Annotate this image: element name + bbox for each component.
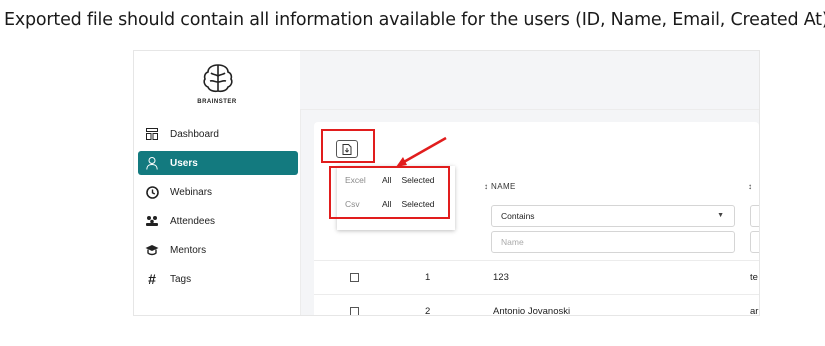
clock-icon	[145, 185, 159, 199]
hash-icon: #	[148, 271, 156, 287]
sidebar-item-label: Users	[170, 157, 198, 169]
cell-id: 2	[425, 306, 431, 316]
sidebar-item-attendees[interactable]: Attendees	[138, 209, 298, 233]
sidebar: BRAINSTER Dashboard Users Webinars Atten…	[134, 51, 301, 315]
row-divider	[314, 294, 759, 295]
sort-icon: ↕	[484, 182, 492, 191]
sidebar-item-mentors[interactable]: Mentors	[138, 238, 298, 262]
chevron-down-icon: ▼	[717, 212, 724, 219]
brand-name: BRAINSTER	[197, 99, 237, 105]
sidebar-item-tags[interactable]: # Tags	[138, 267, 298, 291]
column-header-name[interactable]: ↕ NAME	[484, 182, 516, 191]
next-filter-input[interactable]	[750, 231, 759, 253]
brain-logo-icon	[203, 64, 233, 93]
sidebar-item-label: Attendees	[170, 215, 216, 227]
sidebar-item-label: Tags	[170, 273, 192, 285]
app-screenshot: BRAINSTER Dashboard Users Webinars Atten…	[133, 50, 760, 316]
sidebar-item-dashboard[interactable]: Dashboard	[138, 122, 298, 146]
people-icon	[145, 214, 159, 228]
graduation-cap-icon	[145, 243, 159, 257]
annotation-arrow-icon	[396, 136, 447, 167]
sidebar-item-label: Dashboard	[170, 128, 219, 140]
sidebar-item-webinars[interactable]: Webinars	[138, 180, 298, 204]
sidebar-item-users[interactable]: Users	[138, 151, 298, 175]
main-content: ↕ NAME ↕ Contains ▼ Name 1 123 te 2 Anto…	[300, 51, 759, 316]
cell-name: Antonio Jovanoski	[493, 306, 571, 316]
sidebar-item-label: Webinars	[170, 186, 213, 198]
name-filter-mode-select[interactable]: Contains ▼	[491, 205, 735, 227]
cell-name: 123	[493, 272, 509, 283]
sort-icon[interactable]: ↕	[748, 182, 752, 191]
row-divider	[314, 260, 759, 261]
instruction-caption: Exported file should contain all informa…	[4, 10, 825, 30]
row-checkbox[interactable]	[350, 307, 359, 315]
sidebar-item-label: Mentors	[170, 244, 207, 256]
name-filter-input[interactable]: Name	[491, 231, 735, 253]
cell-id: 1	[425, 272, 431, 283]
user-icon	[145, 156, 159, 170]
dashboard-icon	[145, 127, 159, 141]
next-filter-select[interactable]	[750, 205, 759, 227]
cell-email: te	[750, 272, 758, 283]
cell-email: ar	[750, 306, 759, 316]
row-checkbox[interactable]	[350, 273, 359, 282]
